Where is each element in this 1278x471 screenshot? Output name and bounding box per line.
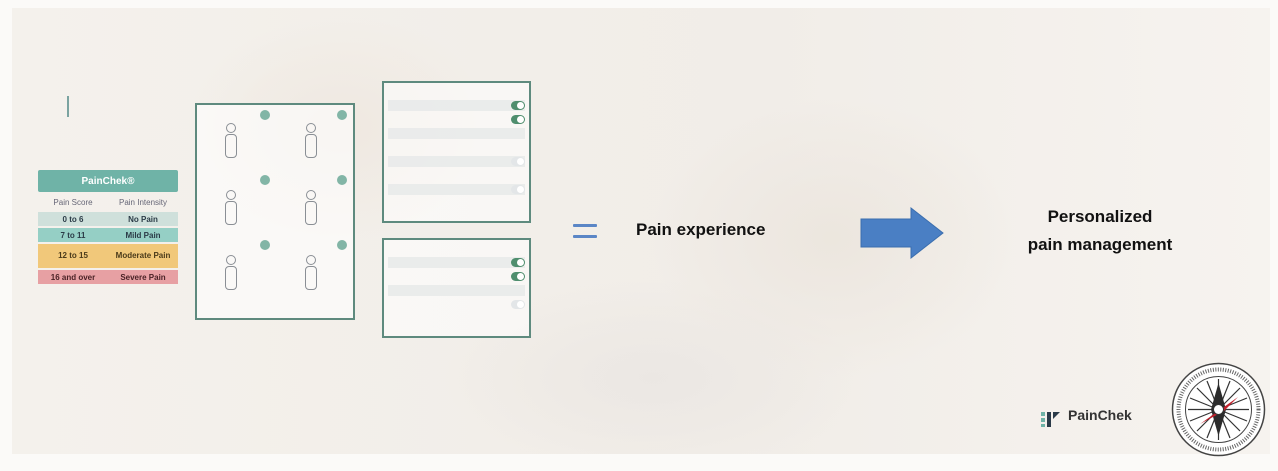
form-row xyxy=(388,86,525,97)
header-pain-score: Pain Score xyxy=(53,198,93,207)
body-outline-icon xyxy=(302,255,320,290)
row-intensity: No Pain xyxy=(128,214,158,224)
toggle-switch[interactable] xyxy=(511,115,525,124)
right-arrow-icon xyxy=(860,206,944,260)
pain-experience-label: Pain experience xyxy=(636,220,766,239)
body-outline-icon xyxy=(222,123,240,158)
logo-name: PainChek xyxy=(1068,407,1132,423)
row-score: 0 to 6 xyxy=(62,214,84,224)
outcome-line-1: Personalized xyxy=(1047,207,1153,226)
toggle-switch[interactable] xyxy=(511,258,525,267)
table-row: 0 to 6 No Pain xyxy=(38,212,178,226)
body-outline-icon xyxy=(222,255,240,290)
score-table-title: PainChek® xyxy=(38,170,178,192)
body-outline-icon xyxy=(302,190,320,225)
toggle-switch[interactable] xyxy=(511,101,525,110)
row-score: 12 to 15 xyxy=(58,250,88,260)
row-score: 16 and over xyxy=(50,272,96,282)
slide: PainChek® Pain Score Pain Intensity 0 to… xyxy=(0,0,1278,471)
equals-icon xyxy=(573,224,597,241)
row-intensity: Mild Pain xyxy=(125,230,161,240)
status-dot-icon xyxy=(337,175,347,185)
status-dot-icon xyxy=(337,240,347,250)
toggle-switch[interactable] xyxy=(511,157,525,166)
university-seal xyxy=(1171,362,1266,457)
table-row: 7 to 11 Mild Pain xyxy=(38,228,178,242)
form-row xyxy=(388,243,525,254)
status-dot-icon xyxy=(337,110,347,120)
form-row xyxy=(388,285,525,296)
assessment-form-panel xyxy=(382,81,531,223)
body-map-panel xyxy=(195,103,355,320)
score-table-header: Pain Score Pain Intensity xyxy=(38,198,178,210)
form-row xyxy=(388,114,525,125)
table-row: 16 and over Severe Pain xyxy=(38,270,178,284)
table-row: 12 to 15 Moderate Pain xyxy=(38,244,178,268)
form-row xyxy=(388,299,525,310)
painchek-logo: PainChek xyxy=(1040,406,1160,432)
body-outline-icon xyxy=(302,123,320,158)
header-pain-intensity: Pain Intensity xyxy=(118,198,168,207)
pain-score-table: PainChek® Pain Score Pain Intensity 0 to… xyxy=(38,170,178,284)
outcome-line-2: pain management xyxy=(1027,235,1173,254)
row-intensity: Moderate Pain xyxy=(115,250,171,260)
form-row xyxy=(388,271,525,282)
outcome-text: Personalized pain management xyxy=(990,203,1210,259)
form-row xyxy=(388,170,525,181)
status-dot-icon xyxy=(260,240,270,250)
status-dot-icon xyxy=(260,110,270,120)
assessment-form-panel xyxy=(382,238,531,338)
status-dot-icon xyxy=(260,175,270,185)
form-row xyxy=(388,156,525,167)
body-outline-icon xyxy=(222,190,240,225)
toggle-switch[interactable] xyxy=(511,185,525,194)
form-row xyxy=(388,142,525,153)
toggle-switch[interactable] xyxy=(511,272,525,281)
toggle-switch[interactable] xyxy=(511,300,525,309)
painchek-logo-icon xyxy=(1041,412,1060,427)
form-row xyxy=(388,100,525,111)
form-row xyxy=(388,257,525,268)
accent-bar xyxy=(67,96,69,117)
row-score: 7 to 11 xyxy=(60,230,86,240)
row-intensity: Severe Pain xyxy=(120,272,166,282)
form-row xyxy=(388,128,525,139)
form-row xyxy=(388,184,525,195)
